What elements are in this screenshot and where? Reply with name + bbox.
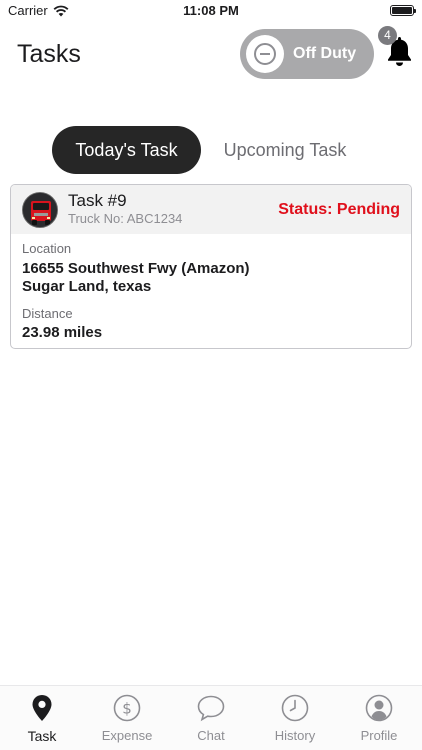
truck-icon xyxy=(23,193,57,227)
task-card-header: Task #9 Truck No: ABC1234 Status: Pendin… xyxy=(11,185,411,234)
map-pin-icon xyxy=(32,695,52,721)
tab-upcoming-task[interactable]: Upcoming Task xyxy=(210,126,360,174)
toggle-knob xyxy=(246,35,284,73)
tabbar-label-profile: Profile xyxy=(360,728,398,743)
truck-number: Truck No: ABC1234 xyxy=(68,211,183,226)
person-circle-icon xyxy=(365,694,393,722)
task-card[interactable]: Task #9 Truck No: ABC1234 Status: Pendin… xyxy=(10,184,412,349)
tabbar-item-expense[interactable]: $ Expense xyxy=(92,694,162,743)
tabbar-item-history[interactable]: History xyxy=(260,694,330,743)
tabbar-label-expense: Expense xyxy=(101,728,153,743)
page-title: Tasks xyxy=(17,40,81,68)
tabbar-label-chat: Chat xyxy=(197,728,225,743)
clock-time: 11:08 PM xyxy=(183,3,239,18)
duty-status-toggle[interactable]: Off Duty xyxy=(240,29,374,79)
chat-bubble-icon xyxy=(197,695,225,722)
address-line-2: Sugar Land, texas xyxy=(22,278,152,295)
tabbar-item-task[interactable]: Task xyxy=(7,694,77,744)
notification-count-badge: 4 xyxy=(378,26,397,45)
tabbar-item-chat[interactable]: Chat xyxy=(176,694,246,743)
svg-text:$: $ xyxy=(122,700,132,718)
address-line-1: 16655 Southwest Fwy (Amazon) xyxy=(22,260,250,277)
truck-avatar xyxy=(22,192,58,228)
tabbar-label-task: Task xyxy=(27,728,57,744)
bottom-tab-bar: Task $ Expense Chat History Profile xyxy=(0,685,422,750)
status-badge: Status: Pending xyxy=(278,201,400,218)
battery-icon xyxy=(390,5,416,16)
clock-icon xyxy=(281,694,309,722)
tabbar-item-profile[interactable]: Profile xyxy=(344,694,414,743)
tabbar-label-history: History xyxy=(274,728,316,743)
location-label: Location xyxy=(22,241,72,256)
duty-status-label: Off Duty xyxy=(293,45,357,62)
tab-todays-task[interactable]: Today's Task xyxy=(52,126,201,174)
notifications-button[interactable]: 4 xyxy=(378,26,418,70)
status-bar: Carrier 11:08 PM xyxy=(0,0,422,22)
minus-circle-icon xyxy=(254,43,276,65)
distance-value: 23.98 miles xyxy=(22,324,103,341)
distance-label: Distance xyxy=(22,306,73,321)
task-title: Task #9 xyxy=(68,191,127,210)
dollar-circle-icon: $ xyxy=(113,694,141,722)
